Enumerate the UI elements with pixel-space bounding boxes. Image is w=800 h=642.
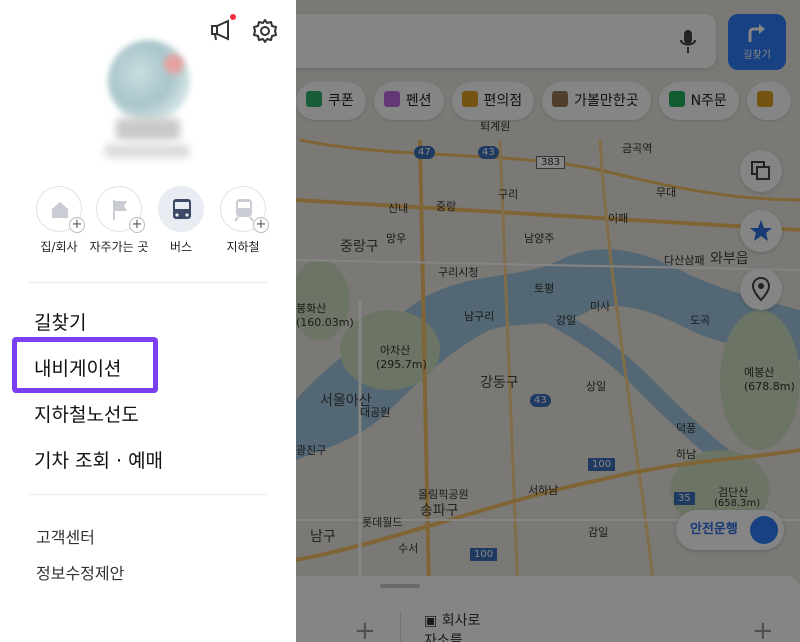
bus-icon: [173, 199, 191, 219]
shortcut-circle: +: [220, 186, 269, 233]
shortcut-label: 집/회사: [40, 240, 78, 254]
notification-dot: [230, 14, 236, 20]
menu-suggest-edit[interactable]: 정보수정제안: [36, 560, 124, 584]
shortcut-home-work[interactable]: + 집/회사: [28, 186, 90, 255]
divider: [28, 494, 268, 495]
profile-info-blurred: [104, 144, 190, 158]
settings-button[interactable]: [250, 16, 280, 46]
shortcut-circle: +: [96, 186, 145, 233]
shortcut-label: 지하철: [226, 240, 260, 254]
megaphone-icon: [211, 19, 229, 41]
notice-button[interactable]: [208, 14, 236, 44]
avatar-accent: [164, 54, 184, 74]
shortcut-bus[interactable]: 버스: [150, 186, 212, 255]
profile-name-blurred: [116, 118, 180, 140]
menu-customer-center[interactable]: 고객센터: [36, 524, 95, 548]
divider: [28, 282, 268, 283]
shortcut-label: 자주가는 곳: [89, 240, 149, 254]
shortcut-subway[interactable]: + 지하철: [212, 186, 274, 255]
menu-directions[interactable]: 길찾기: [34, 308, 86, 335]
gear-icon: [253, 19, 277, 43]
plus-icon: +: [253, 217, 269, 233]
menu-train-booking[interactable]: 기차 조회 · 예매: [34, 446, 163, 473]
highlight-box: [12, 337, 158, 393]
plus-icon: +: [69, 217, 85, 233]
shortcut-label: 버스: [169, 240, 193, 254]
side-drawer: + 집/회사 + 자주가는 곳 버스 + 지하철 길찾기 내비게이션 지하철노선…: [0, 0, 296, 642]
shortcut-circle: +: [36, 186, 85, 233]
shortcut-frequent[interactable]: + 자주가는 곳: [88, 186, 150, 255]
plus-icon: +: [129, 217, 145, 233]
menu-subway-map[interactable]: 지하철노선도: [34, 400, 139, 427]
avatar[interactable]: [108, 40, 190, 122]
shortcut-circle: [158, 186, 204, 232]
shortcut-row: + 집/회사 + 자주가는 곳 버스 + 지하철: [28, 186, 278, 256]
